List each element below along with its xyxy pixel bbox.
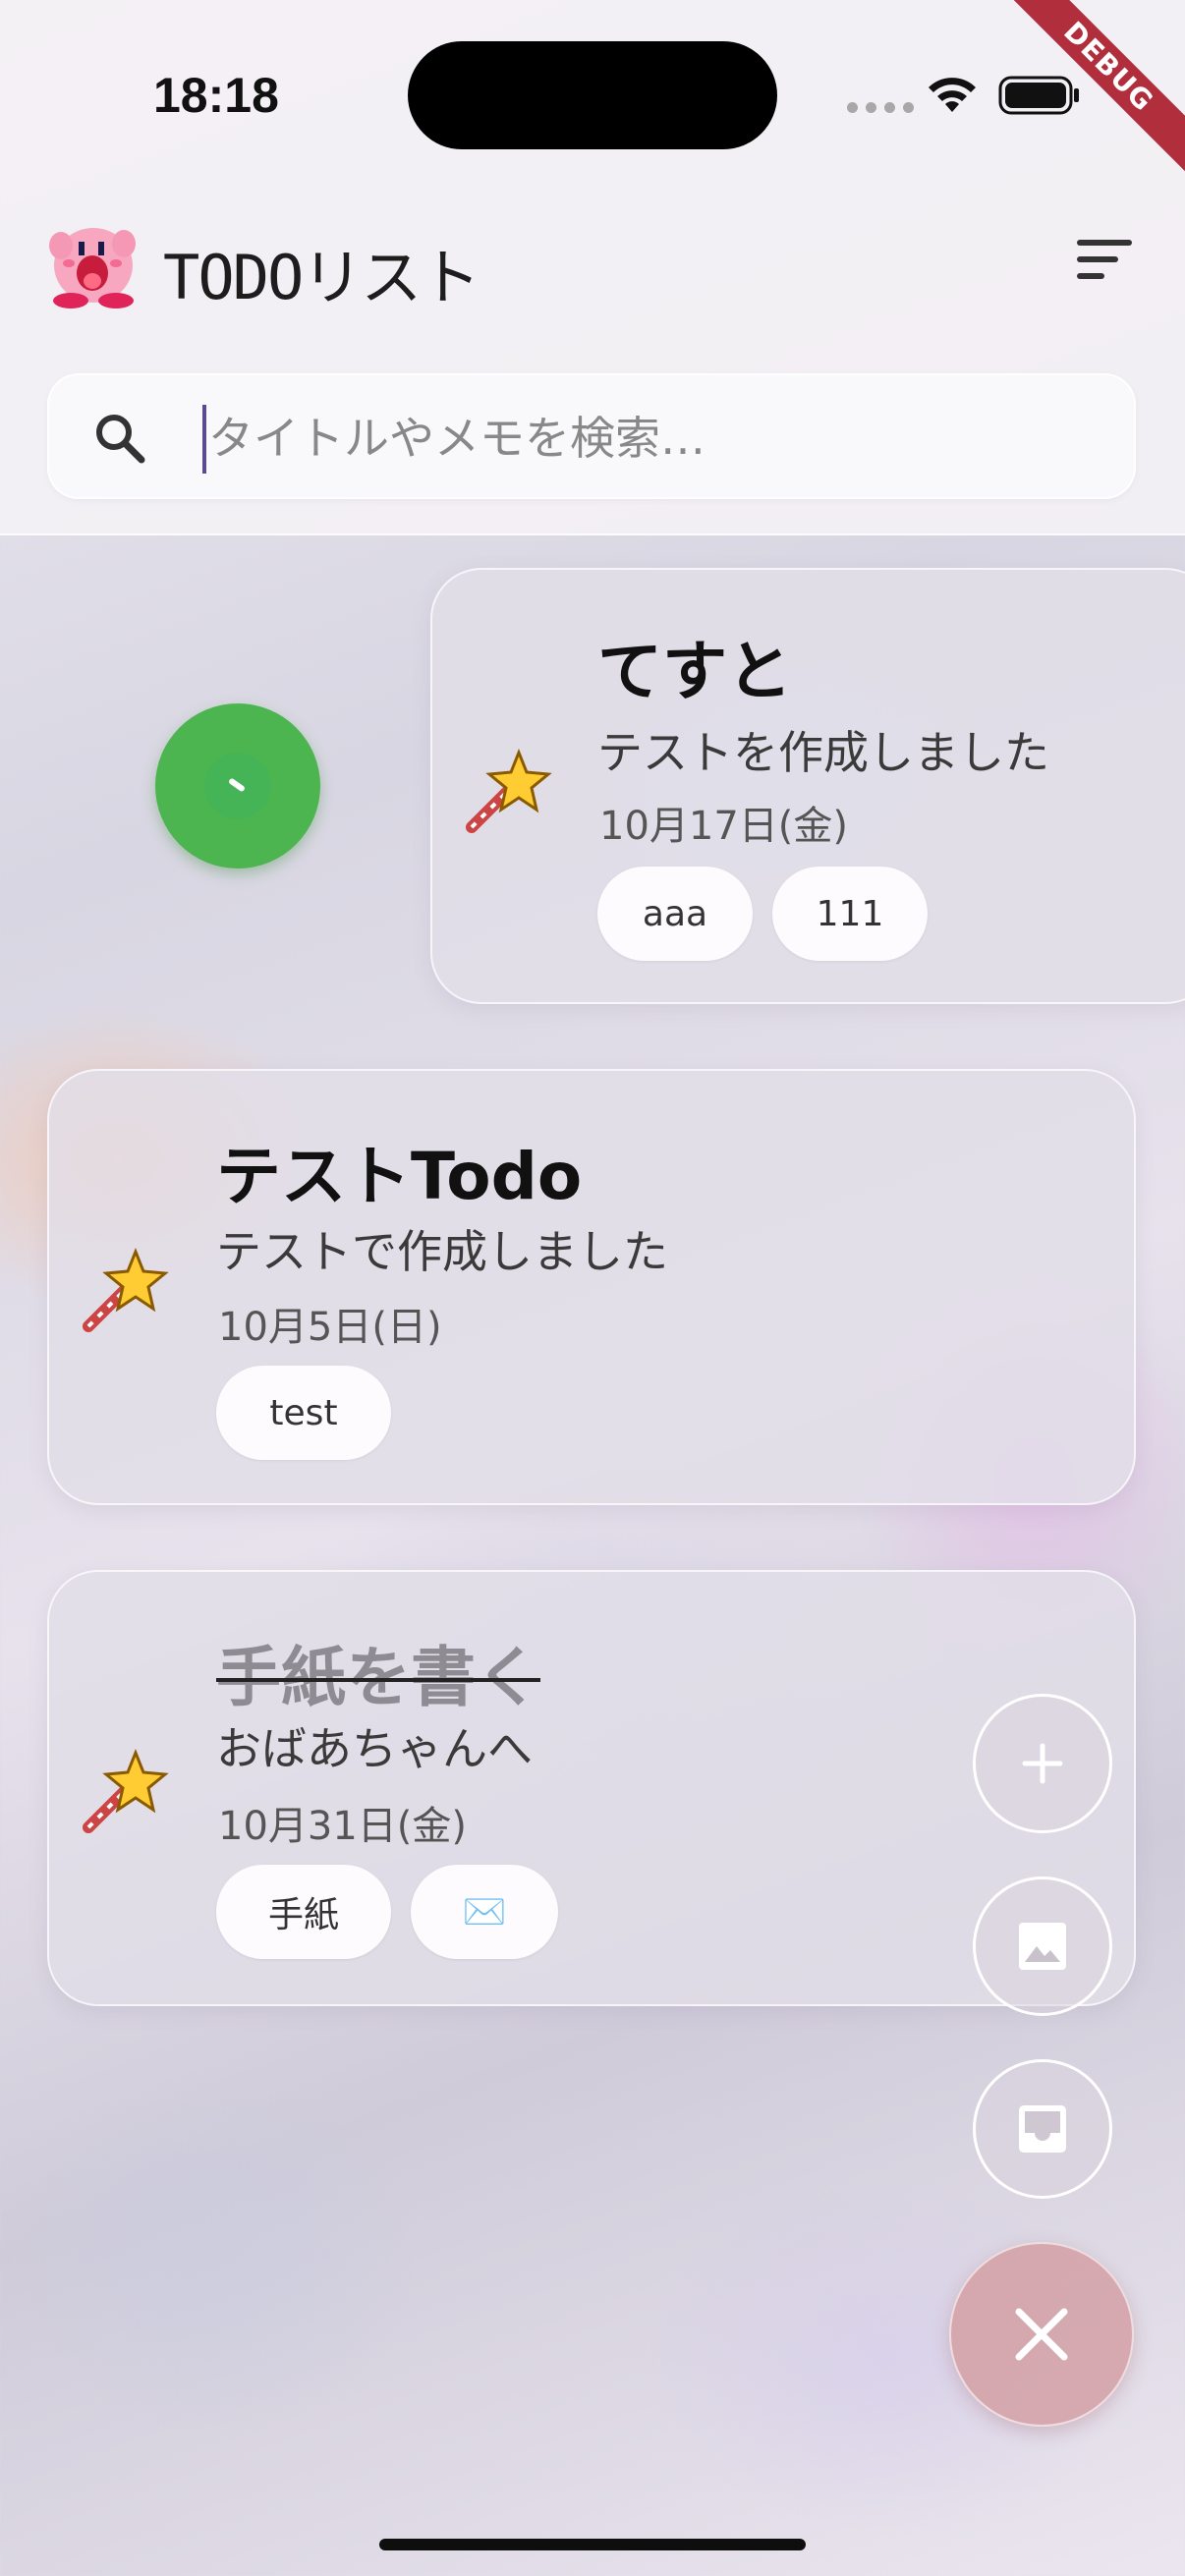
todo-date: 10月5日(日) xyxy=(218,1305,442,1350)
todo-date: 10月31日(金) xyxy=(218,1804,468,1849)
cellular-icon xyxy=(847,102,914,113)
todo-title: てすと xyxy=(597,634,792,709)
search-icon xyxy=(96,415,145,464)
search-bar[interactable] xyxy=(47,373,1136,499)
close-icon xyxy=(1015,2308,1068,2361)
todo-title: 手紙を書く xyxy=(216,1640,540,1715)
todo-memo: テストを作成しました xyxy=(597,726,1049,779)
star-wand-icon xyxy=(83,1247,169,1332)
todo-card[interactable]: テストTodo テストで作成しました 10月5日(日) test xyxy=(47,1069,1136,1505)
star-wand-icon xyxy=(466,748,552,833)
status-time: 18:18 xyxy=(153,68,279,123)
tag-chip[interactable]: test xyxy=(216,1366,391,1460)
kirby-icon xyxy=(49,228,136,308)
sort-icon xyxy=(1077,240,1132,246)
sort-button[interactable] xyxy=(1077,240,1146,289)
todo-card[interactable]: てすと テストを作成しました 10月17日(金) aaa 111 xyxy=(430,568,1185,1004)
tag-chip[interactable]: 手紙 xyxy=(216,1865,391,1959)
search-input[interactable] xyxy=(208,399,1093,477)
tag-chip[interactable]: ✉️ xyxy=(411,1865,558,1959)
text-cursor xyxy=(202,405,206,474)
page-title: TODOリスト xyxy=(163,242,480,313)
debug-banner: DEBUG xyxy=(988,0,1185,196)
add-todo-button[interactable] xyxy=(973,1694,1112,1833)
inbox-button[interactable] xyxy=(973,2059,1112,2199)
add-image-button[interactable] xyxy=(973,1876,1112,2016)
plus-icon xyxy=(1022,1743,1063,1784)
wifi-icon xyxy=(929,78,976,112)
star-wand-icon xyxy=(83,1748,169,1833)
dynamic-island xyxy=(408,41,777,149)
todo-memo: テストで作成しました xyxy=(216,1225,668,1278)
tag-chip[interactable]: 111 xyxy=(772,867,928,961)
todo-date: 10月17日(金) xyxy=(599,804,849,849)
complete-swipe-button[interactable] xyxy=(155,703,320,868)
tag-chip[interactable]: aaa xyxy=(597,867,753,961)
image-icon xyxy=(1019,1923,1066,1970)
todo-title: テストTodo xyxy=(216,1139,583,1214)
inbox-icon xyxy=(1019,2105,1066,2153)
close-menu-button[interactable] xyxy=(949,2242,1134,2427)
home-indicator[interactable] xyxy=(379,2539,806,2550)
todo-memo: おばあちゃんへ xyxy=(216,1722,533,1775)
